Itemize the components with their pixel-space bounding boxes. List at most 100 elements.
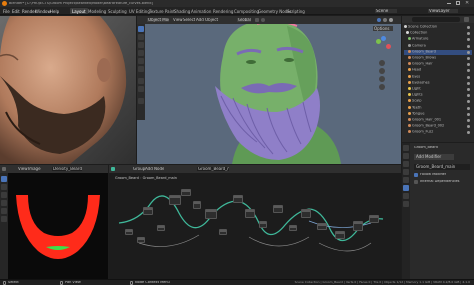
outliner-row[interactable]: Tongue xyxy=(404,111,472,117)
snap-icon[interactable] xyxy=(255,18,259,22)
viewport-menu-select[interactable]: Select xyxy=(183,18,195,22)
graph-node[interactable] xyxy=(181,189,191,196)
graph-node[interactable] xyxy=(353,221,363,231)
move-tool-icon[interactable] xyxy=(138,42,144,48)
measure-tool-icon[interactable] xyxy=(138,86,144,92)
image-name-field[interactable]: Density_Beard xyxy=(52,167,82,171)
visibility-eye-icon[interactable] xyxy=(467,100,470,104)
outliner-row[interactable]: Groom_Fuzz xyxy=(404,130,472,135)
axis-y-icon[interactable] xyxy=(376,39,381,44)
modifier-name-field[interactable]: Groom_Beard_main xyxy=(414,164,470,170)
axis-z-icon[interactable] xyxy=(381,36,386,41)
outliner-search-field[interactable] xyxy=(412,17,460,22)
add-modifier-button[interactable]: Add Modifier xyxy=(414,154,454,160)
clone-brush-icon[interactable] xyxy=(1,200,7,206)
outliner-row[interactable]: Head xyxy=(404,68,472,73)
options-button[interactable]: Options xyxy=(373,26,393,31)
graph-node[interactable] xyxy=(317,223,327,230)
outliner-row[interactable]: Collection xyxy=(404,31,472,36)
outliner-row[interactable]: Groom_Brows xyxy=(404,56,472,61)
visibility-eye-icon[interactable] xyxy=(467,75,470,79)
rotate-tool-icon[interactable] xyxy=(138,50,144,56)
outliner-row[interactable]: Lights xyxy=(404,93,472,98)
mask-brush-icon[interactable] xyxy=(1,216,7,222)
graph-node[interactable] xyxy=(289,225,297,231)
fill-brush-icon[interactable] xyxy=(1,208,7,214)
graph-node[interactable] xyxy=(301,209,311,218)
outliner-row[interactable]: Groom_Beard xyxy=(404,49,472,55)
perspective-toggle-icon[interactable] xyxy=(379,84,385,90)
tab-scripting[interactable]: Scripting xyxy=(285,8,307,14)
menu-edit[interactable]: Edit xyxy=(12,9,20,14)
object-properties-icon[interactable] xyxy=(403,177,409,183)
outliner-row[interactable]: Armature xyxy=(404,37,472,42)
outliner-filter-icon[interactable] xyxy=(464,17,469,22)
scene-selector[interactable]: Scene xyxy=(375,9,397,13)
visibility-eye-icon[interactable] xyxy=(467,125,470,129)
render-properties-icon[interactable] xyxy=(403,153,409,159)
graph-node[interactable] xyxy=(369,215,379,223)
visibility-eye-icon[interactable] xyxy=(467,26,470,29)
cursor-tool-icon[interactable] xyxy=(138,34,144,40)
modifier-properties-icon[interactable] xyxy=(403,185,409,191)
graph-node[interactable] xyxy=(245,209,255,218)
checkbox-icon[interactable] xyxy=(414,173,418,177)
outliner-row[interactable]: Scene Collection xyxy=(404,25,472,30)
outliner-row[interactable]: Groom_Beard_002 xyxy=(404,124,472,129)
outliner-row[interactable]: Teeth xyxy=(404,105,472,111)
axis-x-icon[interactable] xyxy=(386,44,391,49)
visibility-eye-icon[interactable] xyxy=(467,112,470,116)
transform-tool-icon[interactable] xyxy=(138,66,144,72)
object-mode-dropdown[interactable]: Object Mode xyxy=(147,18,169,22)
outliner-row[interactable]: Light xyxy=(404,87,472,92)
visibility-eye-icon[interactable] xyxy=(467,81,470,85)
shading-rendered-icon[interactable] xyxy=(389,18,393,22)
tab-layout[interactable]: Layout xyxy=(70,8,88,14)
graph-node[interactable] xyxy=(157,225,165,231)
camera-view-icon[interactable] xyxy=(379,76,385,82)
visibility-eye-icon[interactable] xyxy=(467,63,470,67)
viewport-menu-object[interactable]: Object xyxy=(205,18,218,22)
visibility-eye-icon[interactable] xyxy=(467,57,470,60)
visibility-eye-icon[interactable] xyxy=(467,94,470,98)
visibility-eye-icon[interactable] xyxy=(467,88,470,91)
scene-properties-icon[interactable] xyxy=(403,169,409,175)
tab-modeling[interactable]: Modeling xyxy=(86,8,108,14)
node-menu-add[interactable]: Add xyxy=(145,167,153,171)
menu-file[interactable]: File xyxy=(3,9,10,14)
maximize-icon[interactable] xyxy=(456,1,460,5)
graph-node[interactable] xyxy=(259,221,267,228)
graph-node[interactable] xyxy=(335,231,345,239)
node-tree-selector[interactable]: Groom_Beard_main xyxy=(197,167,229,171)
tool-properties-icon[interactable] xyxy=(403,145,409,151)
node-menu-group[interactable]: Group xyxy=(133,167,145,171)
select-box-tool-icon[interactable] xyxy=(138,26,144,32)
graph-node[interactable] xyxy=(233,195,243,203)
annotate-tool-icon[interactable] xyxy=(138,78,144,84)
close-icon[interactable]: ✕ xyxy=(465,1,469,6)
graph-node[interactable] xyxy=(137,237,145,243)
visibility-eye-icon[interactable] xyxy=(467,44,470,48)
window-controls[interactable]: ✕ xyxy=(446,1,472,6)
menu-help[interactable]: Help xyxy=(50,9,59,14)
graph-node[interactable] xyxy=(143,207,153,215)
pan-hand-icon[interactable] xyxy=(379,68,385,74)
orientation-dropdown[interactable]: Global xyxy=(237,18,251,22)
visibility-eye-icon[interactable] xyxy=(467,38,470,42)
visibility-eye-icon[interactable] xyxy=(467,119,470,122)
outliner-row[interactable]: Scalp xyxy=(404,99,472,104)
viewport-menu-add[interactable]: Add xyxy=(196,18,204,22)
viewport-menu-view[interactable]: View xyxy=(173,18,183,22)
graph-node[interactable] xyxy=(273,205,283,213)
soften-brush-icon[interactable] xyxy=(1,184,7,190)
visibility-eye-icon[interactable] xyxy=(467,32,470,36)
outliner-row[interactable]: Groom_Hair_001 xyxy=(404,118,472,123)
outliner-row[interactable]: Eyelashes xyxy=(404,80,472,86)
output-properties-icon[interactable] xyxy=(403,161,409,167)
shading-material-icon[interactable] xyxy=(383,18,387,22)
graph-node[interactable] xyxy=(169,195,181,205)
geometry-node-editor[interactable]: Group Add Node Groom_Beard_main Groom_Be… xyxy=(109,165,401,279)
graph-node[interactable] xyxy=(219,229,227,235)
visibility-eye-icon[interactable] xyxy=(467,69,470,73)
3d-viewport[interactable]: Object Mode View Select Add Object Globa… xyxy=(137,16,401,164)
